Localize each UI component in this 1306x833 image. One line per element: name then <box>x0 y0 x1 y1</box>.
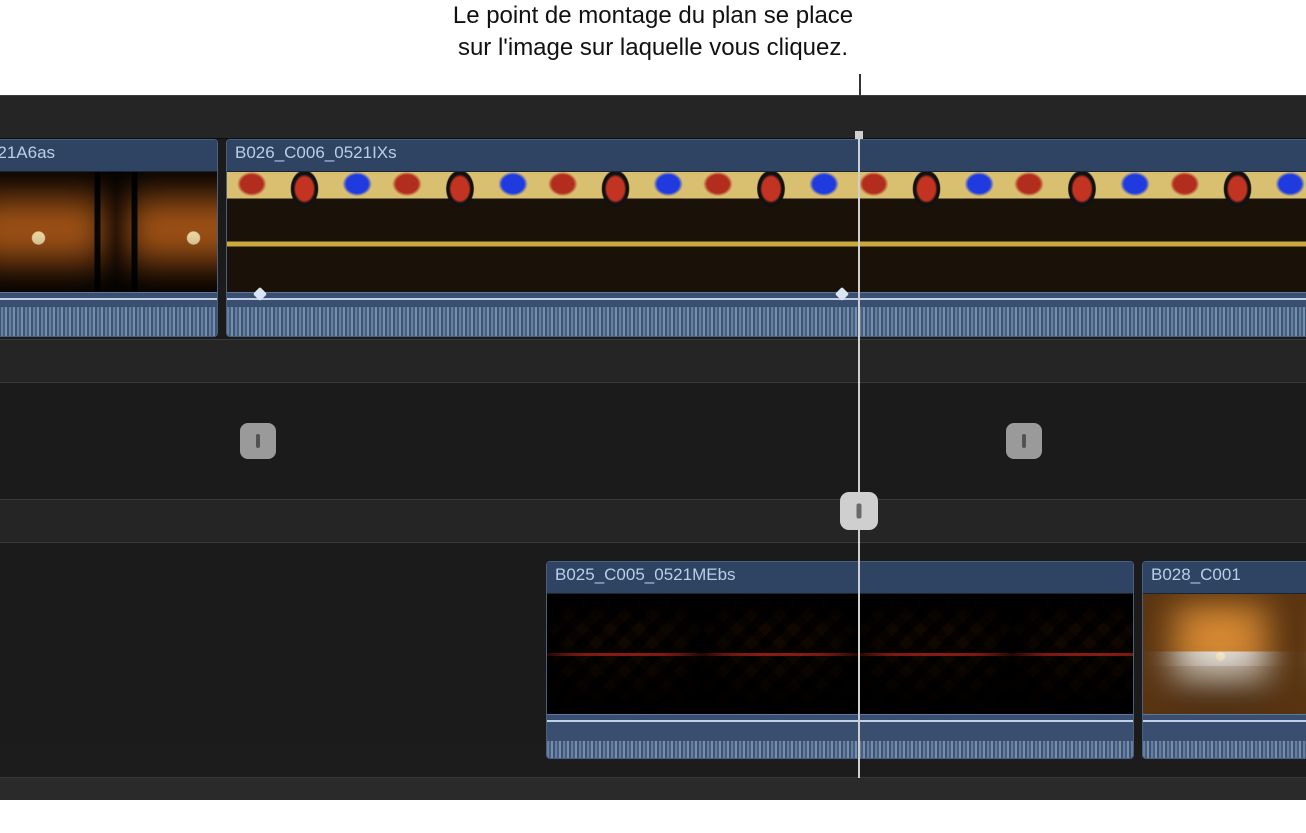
clip-filmstrip[interactable] <box>227 172 1306 292</box>
playhead-tip[interactable] <box>855 131 863 139</box>
clip-thumbnail <box>702 594 857 714</box>
audio-level-line[interactable] <box>1143 720 1306 722</box>
clip-title: B026_C006_0521IXs <box>227 140 1306 172</box>
playhead[interactable] <box>858 137 860 778</box>
timeline-top-spacer <box>0 95 1306 139</box>
timeline-track-lower[interactable]: B025_C005_0521MEbs B028_C001 <box>0 543 1306 743</box>
track-divider <box>0 339 1306 383</box>
clip-thumbnail <box>693 172 848 292</box>
audio-level-line[interactable] <box>227 298 1306 300</box>
clip-thumbnail <box>227 172 382 292</box>
clip-audio-waveform[interactable] <box>0 292 217 337</box>
clip-title: _0521A6as <box>0 140 217 172</box>
clip-thumbnail <box>1160 172 1306 292</box>
clip-thumbnail <box>382 172 537 292</box>
clip-B028_C001[interactable]: B028_C001 <box>1142 561 1306 759</box>
audio-level-line[interactable] <box>547 720 1133 722</box>
clip-thumbnail <box>1298 594 1306 714</box>
callout-line-1: Le point de montage du plan se place <box>453 2 853 29</box>
clip-thumbnail <box>1143 594 1298 714</box>
clip-title: B028_C001 <box>1143 562 1306 594</box>
clip-audio-waveform[interactable] <box>1143 714 1306 759</box>
track-divider <box>0 499 1306 543</box>
callout-line-2: sur l'image sur laquelle vous cliquez. <box>458 34 848 61</box>
clip-thumbnail <box>1012 594 1134 714</box>
clip-thumbnail <box>1004 172 1159 292</box>
edit-marker-lane[interactable] <box>0 383 1306 499</box>
clip-thumbnail <box>849 172 1004 292</box>
timeline[interactable]: _0521A6as B026_C006_0521IXs <box>0 95 1306 800</box>
clip-audio-waveform[interactable] <box>547 714 1133 759</box>
clip-thumbnail <box>0 172 116 292</box>
audio-level-line[interactable] <box>0 298 217 300</box>
timeline-bottom-spacer <box>0 777 1306 800</box>
clip-B025_C005_0521MEbs[interactable]: B025_C005_0521MEbs <box>546 561 1134 759</box>
clip-filmstrip[interactable] <box>0 172 217 292</box>
clip-0521A6as[interactable]: _0521A6as <box>0 139 218 337</box>
clip-audio-waveform[interactable] <box>227 292 1306 337</box>
edit-point-marker[interactable] <box>240 423 276 459</box>
clip-B026_C006_0521IXs[interactable]: B026_C006_0521IXs <box>226 139 1306 337</box>
clip-filmstrip[interactable] <box>1143 594 1306 714</box>
clip-title: B025_C005_0521MEbs <box>547 562 1133 594</box>
playhead-edit-marker[interactable] <box>840 492 878 530</box>
clip-thumbnail <box>116 172 218 292</box>
clip-thumbnail <box>857 594 1012 714</box>
edit-point-marker[interactable] <box>1006 423 1042 459</box>
audio-wave <box>0 307 217 337</box>
callout-annotation: Le point de montage du plan se place sur… <box>0 0 1306 65</box>
audio-wave <box>547 741 1133 759</box>
clip-thumbnail <box>547 594 702 714</box>
timeline-track-upper[interactable]: _0521A6as B026_C006_0521IXs <box>0 139 1306 339</box>
audio-wave <box>1143 741 1306 759</box>
clip-filmstrip[interactable] <box>547 594 1133 714</box>
clip-thumbnail <box>538 172 693 292</box>
audio-wave <box>227 307 1306 337</box>
